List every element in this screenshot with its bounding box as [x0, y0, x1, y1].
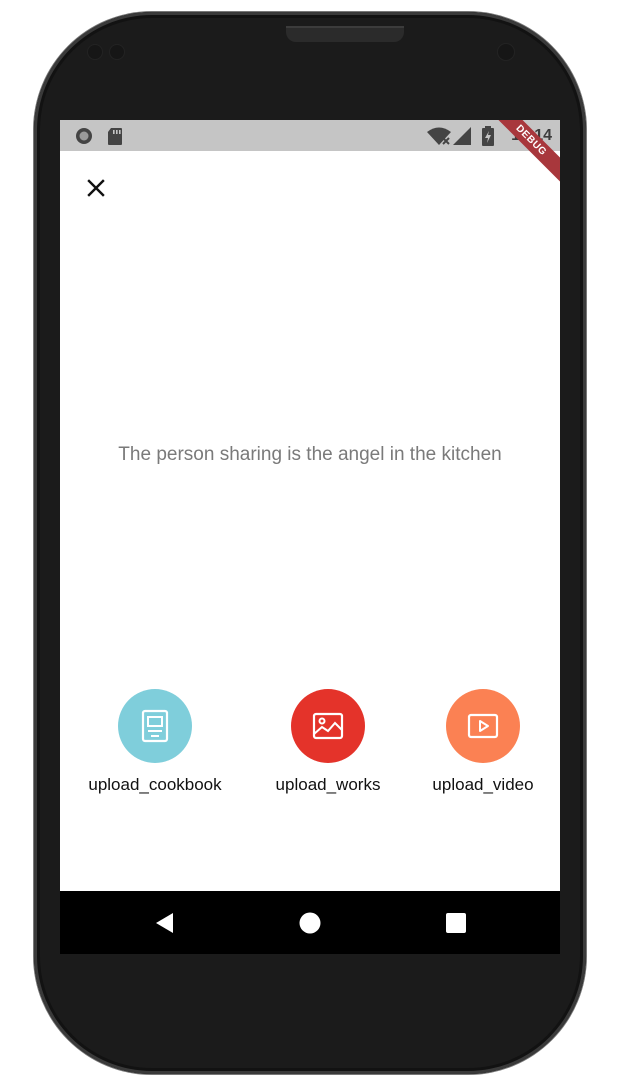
upload-video-label: upload_video — [432, 775, 534, 794]
app-screen: 10:14 DEBUG The person sharing is the an… — [60, 120, 560, 954]
close-button[interactable] — [80, 172, 112, 204]
proximity-sensor — [88, 45, 102, 59]
upload-works-button[interactable]: upload_works — [248, 689, 408, 795]
sync-icon — [75, 127, 93, 150]
status-bar: 10:14 DEBUG — [60, 120, 560, 186]
video-icon — [467, 713, 499, 739]
earpiece-speaker — [286, 26, 404, 42]
recents-icon — [446, 913, 466, 933]
upload-cookbook-button[interactable]: upload_cookbook — [75, 689, 235, 795]
sd-card-icon — [107, 127, 123, 150]
upload-works-circle — [291, 689, 365, 763]
upload-video-button[interactable]: upload_video — [403, 689, 560, 795]
home-button[interactable] — [292, 905, 328, 941]
light-sensor — [110, 45, 124, 59]
signal-icon — [452, 126, 472, 151]
recents-button[interactable] — [438, 905, 474, 941]
upload-works-label: upload_works — [275, 775, 381, 794]
battery-icon — [481, 126, 495, 151]
front-camera — [498, 44, 514, 60]
close-icon — [87, 179, 105, 197]
upload-cookbook-label: upload_cookbook — [88, 775, 222, 794]
navigation-bar — [60, 891, 560, 954]
back-button[interactable] — [146, 905, 182, 941]
upload-video-circle — [446, 689, 520, 763]
wifi-icon — [426, 126, 452, 151]
home-icon — [299, 912, 321, 934]
tagline: The person sharing is the angel in the k… — [118, 444, 502, 465]
image-icon — [312, 712, 344, 740]
back-icon — [156, 913, 173, 933]
upload-cookbook-circle — [118, 689, 192, 763]
cookbook-icon — [141, 709, 169, 743]
